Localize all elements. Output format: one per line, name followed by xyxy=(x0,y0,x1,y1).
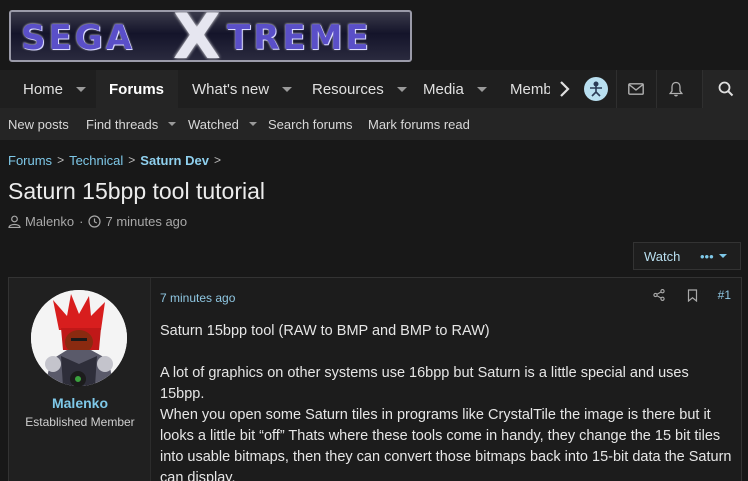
user-icon xyxy=(8,215,21,228)
nav-label: Forums xyxy=(109,80,165,98)
post-user-column: Malenko Established Member xyxy=(9,278,151,481)
chevron-down-icon[interactable] xyxy=(248,122,257,126)
nav-label: Memb xyxy=(510,80,550,98)
thread-actions: Watch ••• xyxy=(633,242,741,270)
chevron-down-icon[interactable] xyxy=(282,86,293,92)
thread-meta: Malenko · 7 minutes ago xyxy=(8,214,187,229)
nav-label: Home xyxy=(23,80,64,98)
nav-item-forums[interactable]: Forums xyxy=(96,70,178,108)
envelope-icon[interactable] xyxy=(628,83,644,95)
nav-label: Resources xyxy=(312,80,384,98)
subnav-watched[interactable]: Watched xyxy=(188,108,257,140)
post-paragraph: A lot of graphics on other systems use 1… xyxy=(160,365,689,402)
secondary-nav: New posts Find threads Watched Search fo… xyxy=(0,108,748,140)
thread-author[interactable]: Malenko xyxy=(25,214,74,229)
subnav-search-forums[interactable]: Search forums xyxy=(268,108,353,140)
nav-item-resources[interactable]: Resources xyxy=(300,70,407,108)
post-message: Malenko Established Member 7 minutes ago… xyxy=(8,277,742,481)
site-logo[interactable]: SEGA X TREME xyxy=(9,10,412,62)
page-title: Saturn 15bpp tool tutorial xyxy=(8,178,266,204)
account-button[interactable] xyxy=(578,70,614,108)
post-number[interactable]: #1 xyxy=(718,288,731,302)
subnav-label: Search forums xyxy=(268,116,353,132)
breadcrumb-technical[interactable]: Technical xyxy=(69,153,123,168)
chevron-right-icon: > xyxy=(128,153,136,167)
bookmark-icon[interactable] xyxy=(687,288,698,302)
more-options-button[interactable]: ••• xyxy=(698,249,727,264)
breadcrumb: Forums > Technical > Saturn Dev > xyxy=(8,152,226,168)
thread-time[interactable]: 7 minutes ago xyxy=(105,214,187,229)
share-icon[interactable] xyxy=(652,289,665,301)
post-date[interactable]: 7 minutes ago xyxy=(160,291,235,305)
nav-item-members[interactable]: Memb xyxy=(498,70,550,108)
alerts-button[interactable] xyxy=(657,70,695,108)
meta-separator: · xyxy=(79,214,84,229)
nav-item-home[interactable]: Home xyxy=(10,70,96,108)
search-icon[interactable] xyxy=(718,81,734,97)
subnav-new-posts[interactable]: New posts xyxy=(8,108,69,140)
chevron-down-icon[interactable] xyxy=(168,122,177,126)
site-header: SEGA X TREME xyxy=(0,0,748,70)
post-username[interactable]: Malenko xyxy=(9,395,151,411)
post-actions: #1 xyxy=(652,288,731,302)
subnav-mark-forums-read[interactable]: Mark forums read xyxy=(368,108,470,140)
post-paragraph: Saturn 15bpp tool (RAW to BMP and BMP to… xyxy=(160,323,490,339)
subnav-label: Mark forums read xyxy=(368,116,470,132)
watch-button[interactable]: Watch xyxy=(634,249,698,264)
subnav-find-threads[interactable]: Find threads xyxy=(86,108,177,140)
chevron-right-icon: > xyxy=(213,153,221,167)
chevron-down-icon xyxy=(718,254,727,258)
breadcrumb-saturn-dev[interactable]: Saturn Dev xyxy=(140,153,209,168)
chevron-down-icon[interactable] xyxy=(76,86,87,92)
user-avatar-icon[interactable] xyxy=(584,77,608,101)
nav-label: Media xyxy=(423,80,464,98)
inbox-button[interactable] xyxy=(617,70,655,108)
subnav-label: New posts xyxy=(8,116,69,132)
breadcrumb-forums[interactable]: Forums xyxy=(8,153,52,168)
chevron-down-icon[interactable] xyxy=(396,86,407,92)
chevron-right-icon: > xyxy=(57,153,65,167)
subnav-label: Watched xyxy=(188,116,239,132)
chevron-right-icon[interactable] xyxy=(558,80,570,98)
more-icon: ••• xyxy=(700,248,714,264)
online-status-badge xyxy=(70,371,86,387)
nav-label: What's new xyxy=(192,80,270,98)
chevron-down-icon[interactable] xyxy=(476,86,487,92)
nav-item-media[interactable]: Media xyxy=(411,70,497,108)
logo-text-left: SEGA xyxy=(21,18,135,58)
nav-scroll-right[interactable] xyxy=(552,70,576,108)
search-button[interactable] xyxy=(703,70,748,108)
post-user-title: Established Member xyxy=(25,415,135,429)
primary-nav: Home Forums What's new Resources Media M… xyxy=(0,70,748,108)
post-body: Saturn 15bpp tool (RAW to BMP and BMP to… xyxy=(160,321,735,481)
subnav-label: Find threads xyxy=(86,116,159,132)
nav-item-whats-new[interactable]: What's new xyxy=(180,70,296,108)
clock-icon xyxy=(88,215,102,228)
bell-icon[interactable] xyxy=(669,81,683,97)
post-paragraph: When you open some Saturn tiles in progr… xyxy=(160,407,732,481)
logo-text-right: TREME xyxy=(227,18,372,58)
logo-text-x: X xyxy=(173,10,224,62)
